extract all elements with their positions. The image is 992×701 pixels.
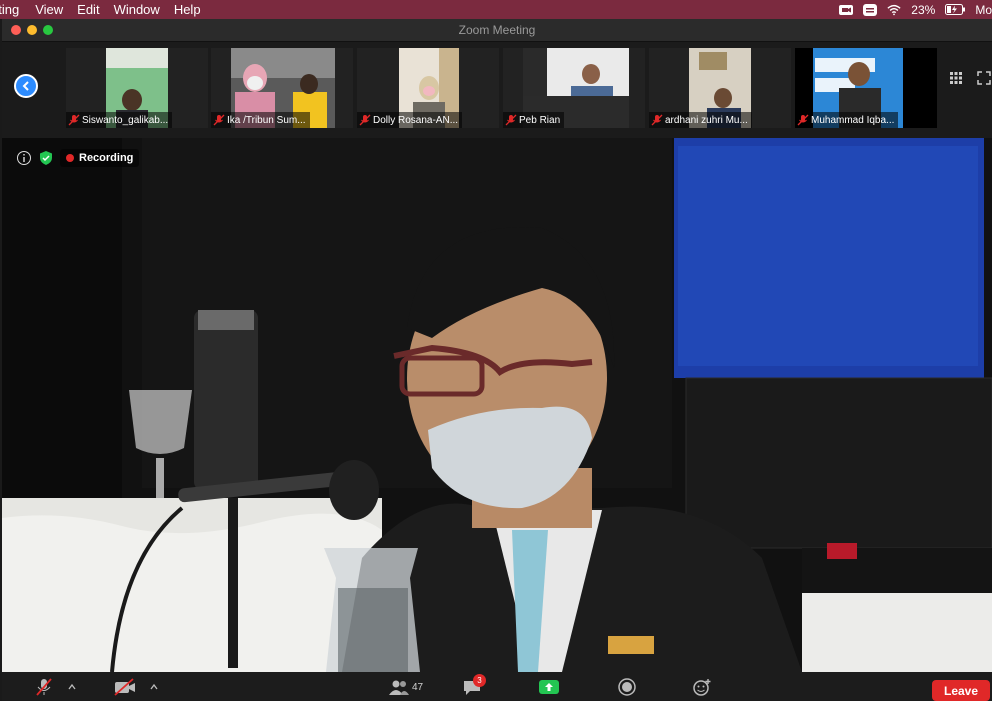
unmute-button[interactable]: [34, 677, 54, 697]
record-button[interactable]: [617, 677, 637, 697]
chevron-left-icon: [22, 81, 29, 91]
muted-mic-icon: [651, 114, 663, 126]
participant-name: Ika /Tribun Sum...: [227, 114, 306, 126]
start-video-button[interactable]: [113, 677, 137, 697]
participant-name: Dolly Rosana-AN...: [373, 114, 459, 126]
participant-name: Peb Rian: [519, 114, 561, 126]
recording-dot-icon: [66, 154, 74, 162]
participant-tile[interactable]: Dolly Rosana-AN...: [357, 48, 499, 128]
menu-meeting[interactable]: eting: [0, 2, 19, 17]
chat-button[interactable]: 3: [462, 674, 486, 697]
participant-name-bar: Muhammad Iqba...: [795, 112, 899, 128]
recording-label: Recording: [79, 152, 134, 164]
participant-name: ardhani zuhri Mu...: [665, 114, 748, 126]
recording-indicator[interactable]: Recording: [60, 149, 140, 167]
speaker-video-frame: [2, 138, 992, 672]
macos-menu-bar: eting View Edit Window Help 23% Mo: [0, 0, 992, 19]
muted-mic-icon: [797, 114, 809, 126]
meeting-status-bar: Recording: [16, 149, 140, 167]
zoom-meeting-window: Zoom Meeting Siswanto_galikab... Ika /Tr…: [2, 19, 992, 701]
active-speaker-video: Recording: [2, 138, 992, 672]
previous-page-button[interactable]: [14, 74, 38, 98]
participant-name-bar: Ika /Tribun Sum...: [211, 112, 310, 128]
participant-tile[interactable]: Peb Rian: [503, 48, 645, 128]
share-screen-icon: [539, 680, 559, 694]
fullscreen-icon[interactable]: [977, 71, 991, 85]
muted-mic-icon: [68, 114, 80, 126]
user-menu[interactable]: Mo: [975, 3, 992, 17]
muted-mic-icon: [359, 114, 371, 126]
battery-charging-icon[interactable]: [945, 4, 966, 15]
gallery-view-icon[interactable]: [949, 71, 963, 85]
audio-options-button[interactable]: [68, 677, 76, 697]
menu-edit[interactable]: Edit: [77, 2, 99, 17]
participant-tile[interactable]: Ika /Tribun Sum...: [211, 48, 353, 128]
menu-help[interactable]: Help: [174, 2, 201, 17]
video-off-icon: [114, 678, 135, 696]
leave-meeting-button[interactable]: Leave: [932, 680, 990, 701]
video-options-button[interactable]: [150, 677, 158, 697]
participant-name-bar: ardhani zuhri Mu...: [649, 112, 752, 128]
menu-extras: 23% Mo: [839, 0, 992, 19]
security-shield-icon[interactable]: [38, 150, 54, 166]
menu-view[interactable]: View: [35, 2, 63, 17]
participant-name: Siswanto_galikab...: [82, 114, 169, 126]
wifi-icon[interactable]: [887, 4, 901, 16]
participant-name: Muhammad Iqba...: [811, 114, 895, 126]
chat-unread-badge: 3: [473, 674, 486, 687]
info-icon[interactable]: [16, 150, 32, 166]
menu-window[interactable]: Window: [114, 2, 160, 17]
chevron-up-icon: [150, 683, 158, 690]
participants-icon: [389, 680, 409, 695]
participant-name-bar: Dolly Rosana-AN...: [357, 112, 463, 128]
reactions-button[interactable]: [692, 677, 712, 697]
participant-tile[interactable]: Muhammad Iqba...: [795, 48, 937, 128]
meeting-toolbar: 47 3 Leave: [2, 672, 992, 701]
participants-count: 47: [412, 681, 424, 693]
participant-tile[interactable]: Siswanto_galikab...: [66, 48, 208, 128]
participant-tile[interactable]: ardhani zuhri Mu...: [649, 48, 791, 128]
muted-mic-icon: [505, 114, 517, 126]
window-title-bar: Zoom Meeting: [2, 19, 992, 42]
participant-name-bar: Siswanto_galikab...: [66, 112, 173, 128]
chat-app-icon[interactable]: [863, 3, 878, 16]
muted-mic-icon: [213, 114, 225, 126]
participants-button[interactable]: 47: [388, 677, 423, 697]
window-title: Zoom Meeting: [458, 23, 536, 37]
share-screen-button[interactable]: [538, 677, 560, 697]
battery-percent: 23%: [911, 2, 936, 17]
chevron-up-icon: [68, 683, 76, 690]
muted-mic-icon: [36, 678, 52, 696]
zoom-camera-icon[interactable]: [839, 4, 854, 16]
participant-name-bar: Peb Rian: [503, 112, 565, 128]
record-icon: [618, 678, 636, 696]
emoji-reaction-icon: [693, 679, 711, 696]
